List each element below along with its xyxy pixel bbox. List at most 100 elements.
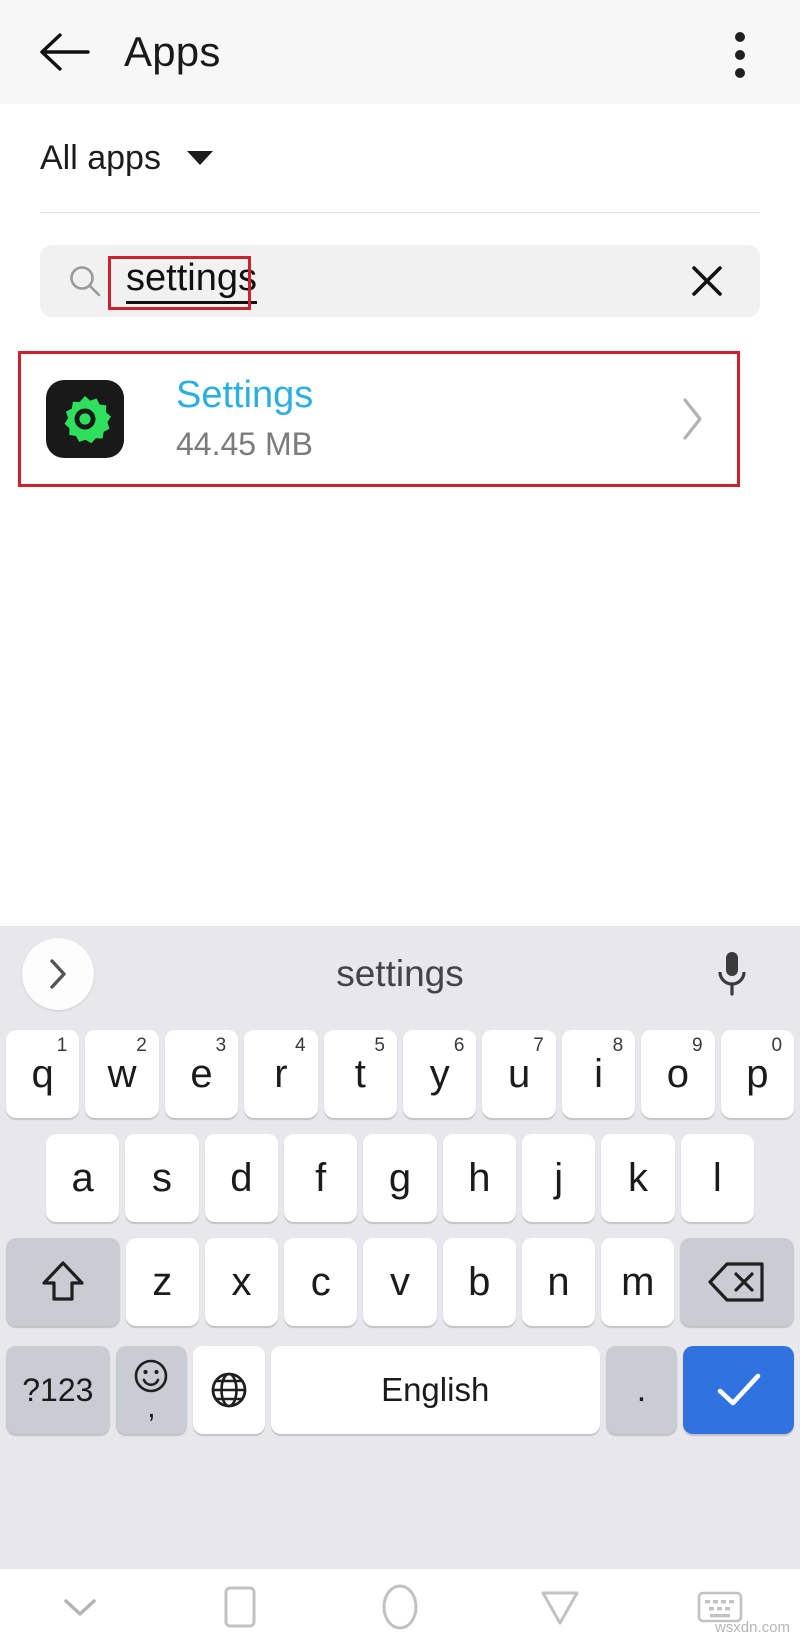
enter-key[interactable] bbox=[683, 1346, 795, 1434]
keyboard-row-3: z x c v b n m bbox=[0, 1230, 800, 1334]
key-label: t bbox=[354, 1051, 366, 1096]
key-label: b bbox=[468, 1259, 491, 1304]
arrow-left-icon bbox=[40, 33, 90, 71]
key-p[interactable]: 0p bbox=[720, 1030, 795, 1118]
key-num: 4 bbox=[295, 1035, 306, 1056]
key-x[interactable]: x bbox=[204, 1238, 279, 1326]
key-k[interactable]: k bbox=[601, 1134, 675, 1222]
language-switch-key[interactable] bbox=[193, 1346, 265, 1434]
key-e[interactable]: 3e bbox=[164, 1030, 239, 1118]
key-num: 1 bbox=[56, 1035, 68, 1056]
period-key[interactable]: . bbox=[605, 1346, 678, 1434]
key-n[interactable]: n bbox=[521, 1238, 596, 1326]
key-t[interactable]: 5t bbox=[323, 1030, 397, 1118]
apps-filter-dropdown[interactable]: All apps bbox=[0, 104, 800, 212]
circle-home-icon bbox=[382, 1584, 418, 1629]
key-r[interactable]: 4r bbox=[244, 1030, 318, 1118]
key-num: 5 bbox=[374, 1035, 385, 1056]
key-num: 2 bbox=[136, 1035, 147, 1056]
key-label: j bbox=[554, 1155, 564, 1200]
on-screen-keyboard: settings 1q 2w 3e 4r 5t 6y 7u 8i 9o 0p a… bbox=[0, 926, 800, 1569]
clear-search-button[interactable] bbox=[672, 246, 742, 316]
suggestion-word[interactable]: settings bbox=[336, 953, 464, 995]
back-button[interactable] bbox=[28, 15, 102, 89]
key-l[interactable]: l bbox=[680, 1134, 754, 1222]
key-label: e bbox=[190, 1051, 213, 1096]
settings-gear-icon bbox=[64, 396, 111, 444]
key-num: 8 bbox=[612, 1035, 624, 1056]
recents-button[interactable] bbox=[195, 1577, 285, 1637]
app-result-row[interactable]: Settings 44.45 MB bbox=[18, 354, 740, 484]
key-label: i bbox=[594, 1051, 603, 1096]
phone-screen: Apps All apps settings Settings 44.45 MB… bbox=[0, 0, 800, 1644]
key-label: c bbox=[310, 1259, 331, 1304]
more-vertical-icon bbox=[735, 50, 745, 60]
key-label: u bbox=[507, 1051, 531, 1096]
key-num: 3 bbox=[215, 1035, 227, 1056]
key-label: v bbox=[389, 1259, 410, 1304]
triangle-down-icon bbox=[186, 151, 213, 165]
keyboard-row-1: 1q 2w 3e 4r 5t 6y 7u 8i 9o 0p bbox=[0, 1022, 800, 1126]
back-nav-button[interactable] bbox=[515, 1577, 605, 1637]
key-f[interactable]: f bbox=[284, 1134, 358, 1222]
settings-app-icon bbox=[46, 380, 124, 458]
key-num: 9 bbox=[692, 1035, 703, 1056]
chevron-right-icon bbox=[50, 959, 66, 989]
close-icon bbox=[692, 266, 722, 296]
comma-label: , bbox=[147, 1391, 156, 1424]
emoji-key[interactable]: , bbox=[115, 1346, 188, 1434]
key-label: l bbox=[712, 1155, 722, 1200]
key-a[interactable]: a bbox=[46, 1134, 120, 1222]
key-o[interactable]: 9o bbox=[641, 1030, 715, 1118]
chevron-right-icon bbox=[683, 398, 702, 440]
key-q[interactable]: 1q bbox=[5, 1030, 80, 1118]
key-label: ?123 bbox=[22, 1371, 94, 1408]
key-j[interactable]: j bbox=[521, 1134, 596, 1222]
key-num: 7 bbox=[533, 1035, 544, 1056]
key-label: n bbox=[547, 1259, 570, 1304]
key-d[interactable]: d bbox=[204, 1134, 278, 1222]
key-m[interactable]: m bbox=[601, 1238, 675, 1326]
key-h[interactable]: h bbox=[442, 1134, 516, 1222]
key-num: 6 bbox=[453, 1035, 465, 1056]
key-label: y bbox=[429, 1051, 450, 1096]
more-vertical-icon bbox=[735, 68, 745, 78]
key-z[interactable]: z bbox=[125, 1238, 199, 1326]
expand-suggestions-button[interactable] bbox=[22, 938, 94, 1010]
app-name: Settings bbox=[176, 374, 314, 417]
search-input[interactable]: settings bbox=[126, 257, 257, 305]
key-b[interactable]: b bbox=[442, 1238, 516, 1326]
key-c[interactable]: c bbox=[284, 1238, 358, 1326]
backspace-key[interactable] bbox=[680, 1238, 794, 1326]
key-label: x bbox=[231, 1259, 252, 1304]
globe-icon bbox=[211, 1372, 247, 1408]
symbols-key[interactable]: ?123 bbox=[6, 1346, 110, 1434]
key-i[interactable]: 8i bbox=[561, 1030, 636, 1118]
home-button[interactable] bbox=[355, 1577, 445, 1637]
space-key[interactable]: English bbox=[270, 1346, 600, 1434]
system-navigation-bar bbox=[0, 1569, 800, 1644]
key-s[interactable]: s bbox=[125, 1134, 199, 1222]
key-v[interactable]: v bbox=[363, 1238, 437, 1326]
key-label: a bbox=[71, 1155, 94, 1200]
check-icon bbox=[717, 1373, 760, 1406]
key-g[interactable]: g bbox=[363, 1134, 437, 1222]
search-bar[interactable]: settings bbox=[40, 245, 760, 317]
key-label: z bbox=[152, 1259, 173, 1304]
backspace-icon bbox=[708, 1262, 764, 1302]
key-w[interactable]: 2w bbox=[85, 1030, 159, 1118]
shift-up-icon bbox=[42, 1261, 84, 1301]
key-label: p bbox=[746, 1051, 769, 1096]
voice-input-button[interactable] bbox=[704, 944, 760, 1004]
page-title: Apps bbox=[124, 28, 221, 75]
key-label: d bbox=[230, 1155, 253, 1200]
shift-key[interactable] bbox=[6, 1238, 120, 1326]
hide-keyboard-button[interactable] bbox=[35, 1577, 125, 1637]
key-y[interactable]: 6y bbox=[403, 1030, 477, 1118]
triangle-back-icon bbox=[541, 1591, 579, 1624]
apps-filter-label: All apps bbox=[40, 138, 161, 177]
microphone-icon bbox=[718, 952, 746, 996]
overflow-menu-button[interactable] bbox=[716, 28, 764, 82]
watermark: wsxdn.com bbox=[714, 1619, 790, 1636]
key-u[interactable]: 7u bbox=[482, 1030, 556, 1118]
